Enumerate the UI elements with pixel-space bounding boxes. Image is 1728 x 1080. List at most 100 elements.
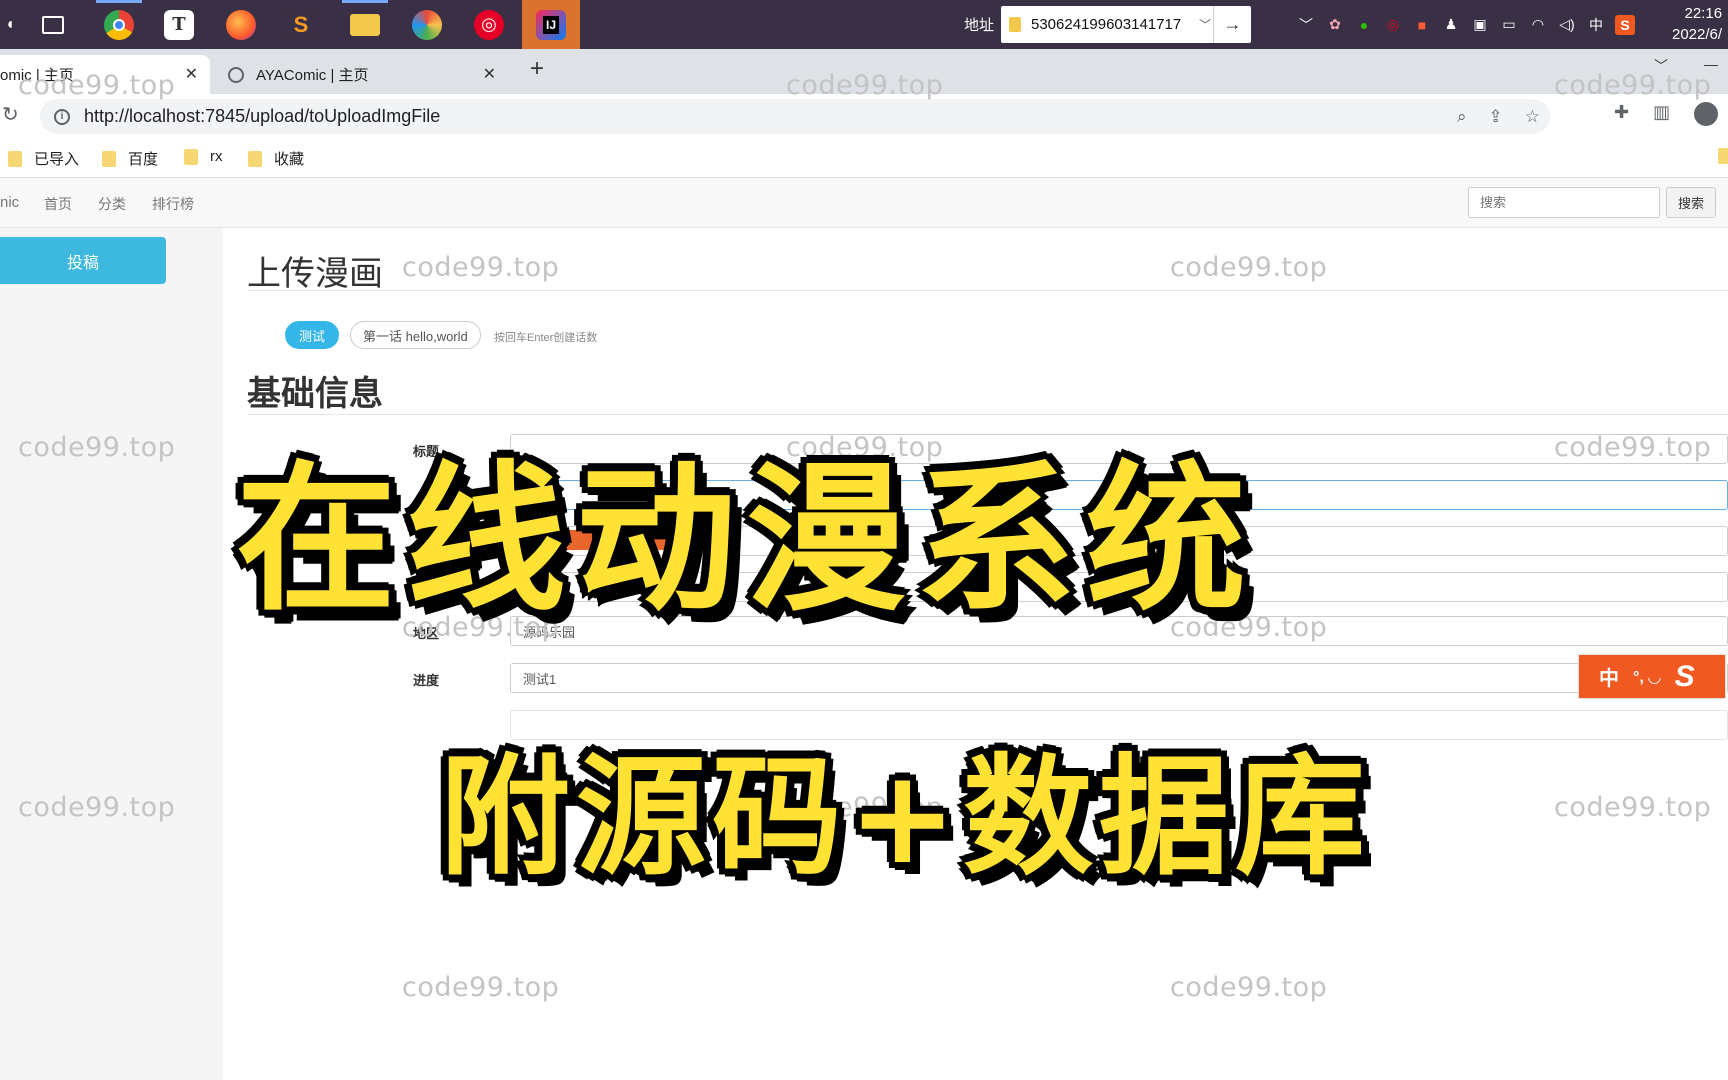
folder-icon bbox=[102, 150, 116, 167]
ime-mode[interactable]: 中 bbox=[1599, 662, 1619, 691]
globe-icon bbox=[228, 66, 244, 83]
omnibox[interactable]: i http://localhost:7845/upload/toUploadI… bbox=[40, 99, 1550, 134]
browser-toolbar: ↻ i http://localhost:7845/upload/toUploa… bbox=[0, 94, 1728, 139]
progress-field[interactable]: 测试1 bbox=[510, 663, 1728, 693]
tab-search-icon[interactable]: ﹀ bbox=[1654, 56, 1668, 76]
new-tab-button[interactable]: + bbox=[530, 55, 544, 83]
volume-icon[interactable]: ◁) bbox=[1557, 15, 1577, 35]
progress-value: 测试1 bbox=[523, 671, 557, 687]
title-field[interactable] bbox=[510, 434, 1728, 464]
region-value: 源码乐园 bbox=[523, 624, 576, 640]
close-icon[interactable]: ✕ bbox=[185, 64, 198, 84]
bookmark-label: rx bbox=[210, 148, 223, 165]
contribute-button[interactable]: 投稿 bbox=[0, 237, 166, 284]
bookmark-baidu[interactable]: 百度 bbox=[102, 148, 158, 169]
chrome-icon[interactable] bbox=[90, 0, 148, 49]
bookmark-rx[interactable]: rx bbox=[184, 148, 223, 165]
cover-field[interactable] bbox=[510, 526, 1728, 556]
intellij-icon[interactable]: IJ bbox=[522, 0, 580, 49]
folder-icon bbox=[184, 148, 198, 165]
netease-music-icon[interactable]: ◎ bbox=[460, 0, 518, 49]
window-controls: ﹀ — bbox=[1654, 56, 1718, 76]
chapter-chip[interactable]: 第一话 hello,world bbox=[350, 321, 481, 349]
omnibox-actions: ⌕ ⇪ ☆ bbox=[1457, 99, 1550, 134]
network-icon[interactable]: ▣ bbox=[1470, 15, 1490, 35]
sogou-tray-icon[interactable]: S bbox=[1615, 14, 1635, 35]
chapter-hint: 按回车Enter创建话数 bbox=[494, 332, 598, 344]
upload-panel: 上传漫画 测试 第一话 hello,world 按回车Enter创建话数 基础信… bbox=[223, 228, 1728, 1080]
chevron-down-icon[interactable]: ﹀ bbox=[1199, 16, 1211, 33]
profile-avatar-icon[interactable] bbox=[1694, 102, 1719, 126]
battery-icon[interactable]: ▭ bbox=[1499, 15, 1519, 35]
address-label: 地址 bbox=[964, 17, 995, 34]
comic-tag-chip[interactable]: 测试 bbox=[285, 321, 339, 349]
file-choose-button[interactable] bbox=[531, 530, 691, 550]
system-tray: ﹀ ✿ ● ◎ ■ ♟ ▣ ▭ ◠ ◁) 中 S bbox=[1296, 0, 1635, 49]
extensions-icon[interactable]: ✚ bbox=[1614, 102, 1629, 126]
site-brand[interactable]: nic bbox=[0, 194, 19, 211]
task-view-icon[interactable] bbox=[24, 0, 82, 49]
author-field[interactable] bbox=[510, 480, 1728, 510]
sogou-logo-icon: S bbox=[1674, 659, 1695, 693]
side-panel-icon[interactable]: ▥ bbox=[1653, 102, 1670, 126]
typora-icon[interactable]: T bbox=[150, 0, 208, 49]
bookmark-favorites[interactable]: 收藏 bbox=[248, 148, 304, 169]
firefox-icon[interactable] bbox=[212, 0, 270, 49]
share-icon[interactable]: ⇪ bbox=[1489, 107, 1503, 127]
folder-icon bbox=[1009, 17, 1021, 32]
bookmark-label: 已导入 bbox=[34, 151, 80, 168]
qq-icon[interactable]: ♟ bbox=[1441, 15, 1461, 35]
wechat-icon[interactable]: ● bbox=[1354, 15, 1374, 35]
nav-category[interactable]: 分类 bbox=[98, 194, 126, 214]
tab-strip: omic | 主页 ✕ AYAComic | 主页 ✕ bbox=[0, 49, 1728, 94]
reload-icon[interactable]: ↻ bbox=[2, 102, 19, 127]
sakura-app-icon[interactable]: ✿ bbox=[1325, 15, 1345, 35]
region-label: 地区 bbox=[413, 626, 440, 641]
tab-active[interactable]: omic | 主页 ✕ bbox=[0, 55, 210, 94]
url-text[interactable]: http://localhost:7845/upload/toUploadImg… bbox=[84, 106, 440, 127]
weibo-tray-icon[interactable]: ■ bbox=[1412, 15, 1432, 35]
section-title: 基础信息 bbox=[247, 375, 383, 413]
search-input[interactable] bbox=[1468, 187, 1660, 218]
file-explorer-icon[interactable] bbox=[336, 0, 394, 49]
go-arrow-button[interactable]: → bbox=[1213, 6, 1251, 43]
ime-punctuation[interactable]: °, ◡ bbox=[1633, 667, 1661, 687]
netease-tray-icon[interactable]: ◎ bbox=[1383, 15, 1403, 35]
intro-field[interactable] bbox=[510, 572, 1728, 602]
close-icon[interactable]: ✕ bbox=[483, 64, 496, 84]
clock[interactable]: 22:16 2022/6/ bbox=[1672, 3, 1722, 45]
folder-icon bbox=[248, 150, 262, 167]
site-navbar: nic 首页 分类 排行榜 搜索 bbox=[0, 178, 1728, 228]
nav-ranking[interactable]: 排行榜 bbox=[152, 194, 194, 214]
other-bookmarks[interactable] bbox=[1718, 148, 1728, 164]
color-picker-icon[interactable] bbox=[398, 0, 456, 49]
address-value[interactable]: 530624199603141717 bbox=[1031, 16, 1181, 33]
bookmark-label: 百度 bbox=[128, 151, 159, 168]
progress-label: 进度 bbox=[413, 673, 440, 688]
bookmark-label: 收藏 bbox=[274, 151, 305, 168]
star-icon[interactable]: ☆ bbox=[1525, 107, 1540, 127]
extra-field[interactable] bbox=[510, 710, 1728, 740]
tab-title: AYAComic | 主页 bbox=[256, 67, 369, 84]
divider bbox=[247, 290, 1728, 291]
toolbar-right: ✚ ▥ bbox=[1614, 102, 1719, 126]
chevron-down-icon[interactable]: ﹀ bbox=[1296, 15, 1316, 35]
tab-title: omic | 主页 bbox=[0, 67, 74, 84]
bookmark-imported[interactable]: 已导入 bbox=[8, 148, 79, 169]
zoom-icon[interactable]: ⌕ bbox=[1457, 107, 1467, 127]
minimize-icon[interactable]: — bbox=[1704, 56, 1718, 76]
ime-indicator[interactable]: 中 bbox=[1586, 15, 1606, 35]
divider bbox=[247, 414, 1728, 415]
tab-ayacomic[interactable]: AYAComic | 主页 ✕ bbox=[218, 55, 508, 94]
folder-icon bbox=[1718, 148, 1728, 164]
nav-home[interactable]: 首页 bbox=[44, 194, 72, 214]
info-icon[interactable]: i bbox=[54, 108, 70, 125]
start-fragment-icon[interactable]: ◖ bbox=[0, 0, 20, 49]
address-bar[interactable]: 530624199603141717 ﹀ → bbox=[1001, 6, 1251, 43]
search-button[interactable]: 搜索 bbox=[1666, 187, 1716, 218]
region-field[interactable]: 源码乐园 bbox=[510, 616, 1728, 646]
wifi-icon[interactable]: ◠ bbox=[1528, 15, 1548, 35]
sublime-icon[interactable]: S bbox=[272, 0, 330, 49]
page-title: 上传漫画 bbox=[247, 255, 383, 293]
ime-floating-bar[interactable]: 中 °, ◡ S bbox=[1578, 654, 1726, 699]
